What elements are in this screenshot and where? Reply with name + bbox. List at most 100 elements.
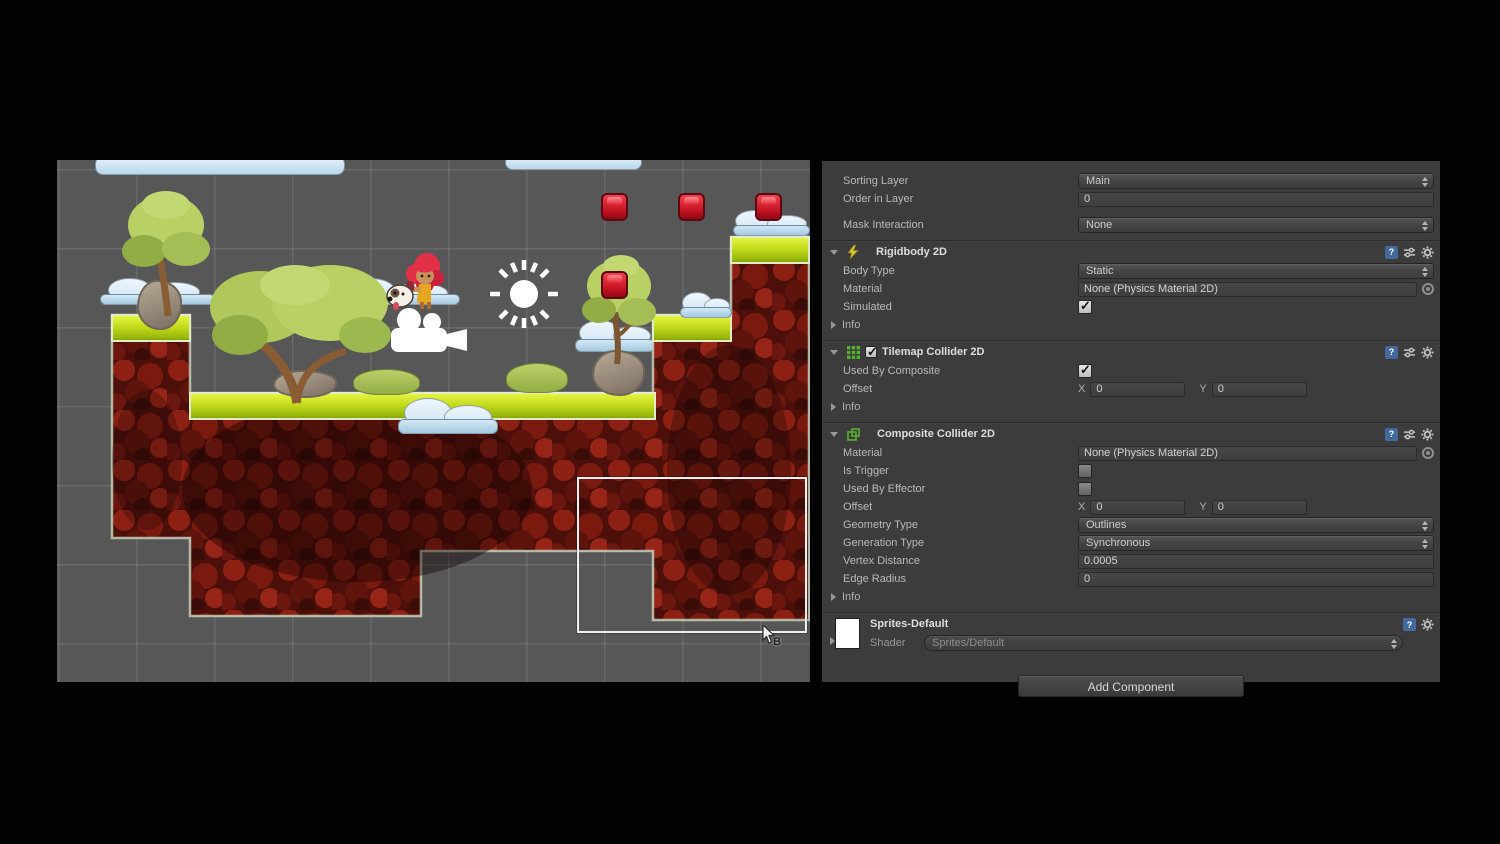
simulated-label: Simulated: [843, 301, 1078, 313]
tree-sprite[interactable]: [200, 255, 395, 405]
dropdown-value: Synchronous: [1086, 537, 1150, 549]
geometry-type-dropdown[interactable]: Outlines: [1078, 517, 1434, 533]
directional-light-gizmo[interactable]: [487, 257, 561, 331]
offset-x-field[interactable]: 0: [1090, 500, 1185, 515]
simulated-checkbox[interactable]: [1078, 300, 1092, 314]
mask-interaction-row: Mask Interaction None: [822, 216, 1440, 234]
object-picker-icon[interactable]: [1422, 447, 1434, 459]
cc-material-object-field[interactable]: None (Physics Material 2D): [1078, 446, 1417, 461]
preset-icon[interactable]: [1403, 428, 1416, 441]
is-trigger-checkbox[interactable]: [1078, 464, 1092, 478]
gear-icon[interactable]: [1421, 346, 1434, 359]
tc-offset-row: Offset X 0 Y 0: [822, 380, 1440, 398]
help-icon[interactable]: ?: [1385, 246, 1398, 259]
help-icon[interactable]: ?: [1385, 428, 1398, 441]
info-label: Info: [842, 401, 860, 413]
generation-type-label: Generation Type: [843, 537, 1078, 549]
tilemap-collider-icon: [847, 346, 860, 359]
body-type-dropdown[interactable]: Static: [1078, 263, 1434, 279]
foldout-arrow-icon[interactable]: [830, 350, 838, 355]
x-axis-label: X: [1078, 501, 1085, 513]
mouse-cursor: B: [762, 625, 788, 651]
foldout-arrow-icon[interactable]: [831, 403, 836, 411]
component-title: Composite Collider 2D: [877, 428, 995, 440]
selection-marquee: [577, 477, 807, 633]
help-icon[interactable]: ?: [1385, 346, 1398, 359]
component-enabled-checkbox[interactable]: [865, 346, 877, 358]
cc-material-row: Material None (Physics Material 2D): [822, 444, 1440, 462]
cc-offset-row: Offset X 0 Y 0: [822, 498, 1440, 516]
tilemap-collider-component: Tilemap Collider 2D ? Used By Composite …: [822, 340, 1440, 416]
used-by-composite-row: Used By Composite: [822, 362, 1440, 380]
material-title: Sprites-Default: [870, 618, 1403, 633]
cloud: [398, 398, 498, 434]
add-component-button[interactable]: Add Component: [1018, 675, 1244, 697]
foldout-arrow-icon[interactable]: [830, 432, 838, 437]
generation-type-dropdown[interactable]: Synchronous: [1078, 535, 1434, 551]
scene-viewport[interactable]: B: [57, 160, 810, 682]
material-label: Material: [843, 447, 1078, 459]
gem-pickup-sprite[interactable]: [601, 271, 628, 299]
edge-radius-row: Edge Radius 0: [822, 570, 1440, 588]
vertex-distance-field[interactable]: 0.0005: [1078, 554, 1434, 569]
used-by-effector-label: Used By Effector: [843, 483, 1078, 495]
shader-label: Shader: [870, 637, 924, 649]
dropdown-value: Static: [1086, 265, 1114, 277]
offset-y-field[interactable]: 0: [1212, 382, 1307, 397]
info-label: Info: [842, 319, 860, 331]
generation-type-row: Generation Type Synchronous: [822, 534, 1440, 552]
sorting-layer-dropdown[interactable]: Main: [1078, 173, 1434, 189]
camera-gizmo[interactable]: [387, 307, 477, 355]
mask-interaction-label: Mask Interaction: [843, 219, 1078, 231]
order-in-layer-label: Order in Layer: [843, 193, 1078, 205]
y-axis-label: Y: [1199, 501, 1206, 513]
dropdown-arrows-icon: [1422, 177, 1428, 187]
inspector-panel: Sorting Layer Main Order in Layer 0 Mask…: [822, 161, 1440, 682]
offset-y-field[interactable]: 0: [1212, 500, 1307, 515]
order-in-layer-field[interactable]: 0: [1078, 192, 1434, 207]
preset-icon[interactable]: [1403, 246, 1416, 259]
geometry-type-label: Geometry Type: [843, 519, 1078, 531]
bush-sprite[interactable]: [506, 363, 568, 393]
offset-x-field[interactable]: 0: [1090, 382, 1185, 397]
geometry-type-row: Geometry Type Outlines: [822, 516, 1440, 534]
help-icon[interactable]: ?: [1403, 618, 1416, 631]
material-preview-swatch[interactable]: [835, 618, 860, 649]
dropdown-arrows-icon: [1422, 221, 1428, 231]
cloud: [680, 292, 732, 318]
foldout-arrow-icon[interactable]: [831, 593, 836, 601]
mask-interaction-dropdown[interactable]: None: [1078, 217, 1434, 233]
gear-icon[interactable]: [1421, 428, 1434, 441]
dropdown-arrows-icon: [1391, 639, 1397, 649]
dropdown-arrows-icon: [1422, 539, 1428, 549]
rb-info-row: Info: [822, 316, 1440, 334]
gem-pickup-sprite[interactable]: [678, 193, 705, 221]
shader-dropdown[interactable]: Sprites/Default: [924, 635, 1403, 651]
edge-radius-field[interactable]: 0: [1078, 572, 1434, 587]
object-picker-icon[interactable]: [1422, 283, 1434, 295]
dropdown-value: Main: [1086, 175, 1110, 187]
preset-icon[interactable]: [1403, 346, 1416, 359]
used-by-composite-checkbox[interactable]: [1078, 364, 1092, 378]
foldout-arrow-icon[interactable]: [831, 321, 836, 329]
tc-info-row: Info: [822, 398, 1440, 416]
gem-pickup-sprite[interactable]: [601, 193, 628, 221]
gear-icon[interactable]: [1421, 618, 1434, 631]
y-axis-label: Y: [1199, 383, 1206, 395]
tree-sprite[interactable]: [577, 252, 658, 367]
foldout-arrow-icon[interactable]: [830, 250, 838, 255]
gear-icon[interactable]: [1421, 246, 1434, 259]
rigidbody2d-component: Rigidbody 2D ? Body Type Static Material…: [822, 240, 1440, 334]
rb-material-object-field[interactable]: None (Physics Material 2D): [1078, 282, 1417, 297]
sorting-layer-label: Sorting Layer: [843, 175, 1078, 187]
cursor-tool-label: B: [773, 636, 781, 648]
rb-material-row: Material None (Physics Material 2D): [822, 280, 1440, 298]
order-in-layer-row: Order in Layer 0: [822, 190, 1440, 208]
info-label: Info: [842, 591, 860, 603]
used-by-effector-checkbox[interactable]: [1078, 482, 1092, 496]
material-label: Material: [843, 283, 1078, 295]
body-type-label: Body Type: [843, 265, 1078, 277]
is-trigger-row: Is Trigger: [822, 462, 1440, 480]
vertex-distance-row: Vertex Distance 0.0005: [822, 552, 1440, 570]
gem-pickup-sprite[interactable]: [755, 193, 782, 221]
